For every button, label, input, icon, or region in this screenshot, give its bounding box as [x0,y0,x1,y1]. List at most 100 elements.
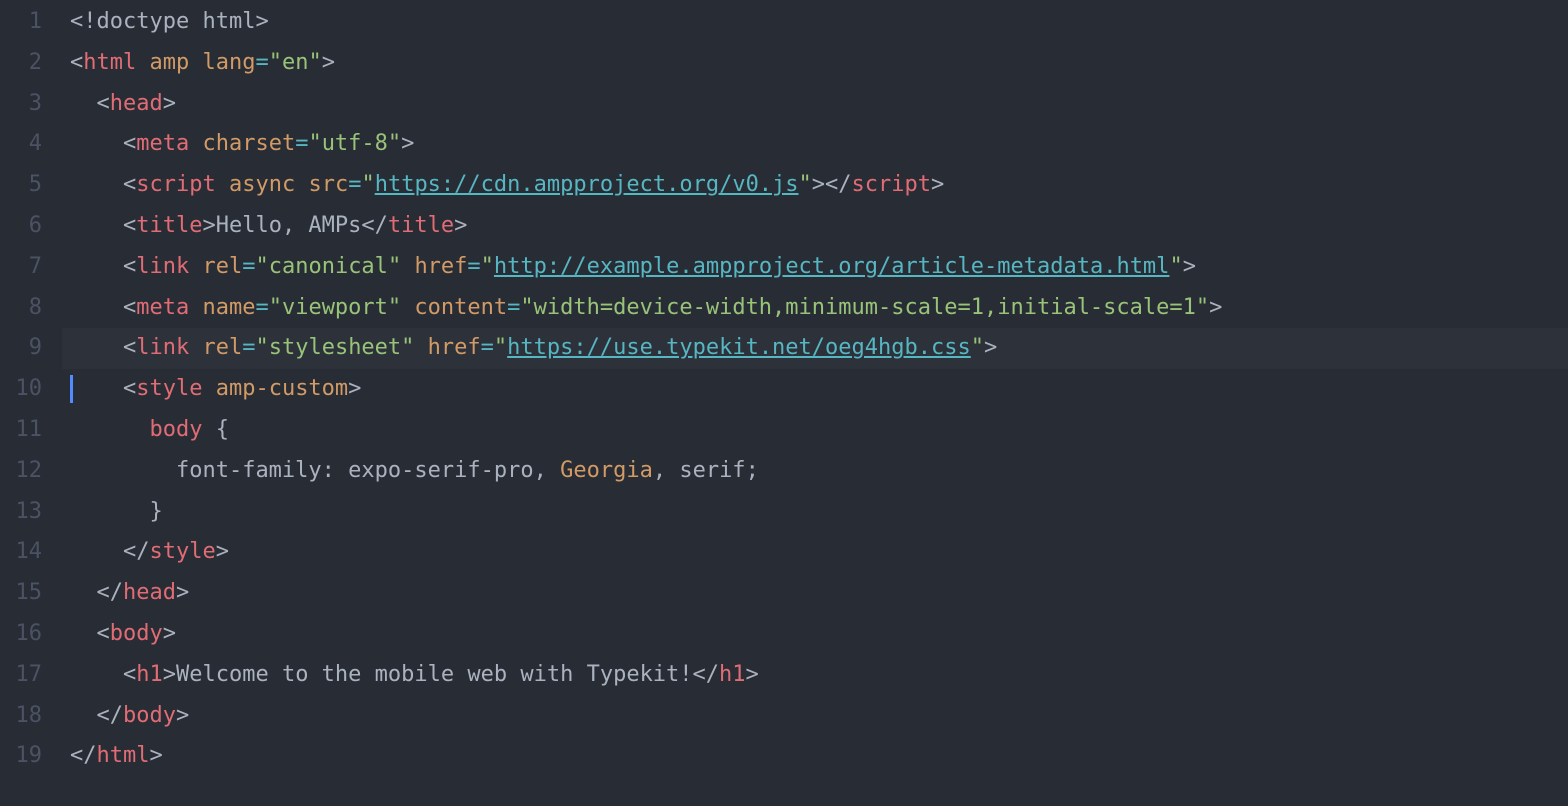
str: stylesheet [269,335,401,360]
line-number: 10 [0,369,42,410]
code-line[interactable]: <script async src="https://cdn.ampprojec… [62,165,1568,206]
str: " [799,172,812,197]
attr: amp [149,50,189,75]
tag: html [97,743,150,768]
tag: style [149,539,215,564]
indent [70,254,123,279]
code-line[interactable]: <!doctype html> [62,2,1568,43]
tag: script [852,172,931,197]
punct: > [163,91,176,116]
tag: body [123,703,176,728]
tag: style [136,376,202,401]
attr: charset [202,131,295,156]
indent [70,376,123,401]
code-line[interactable]: <meta charset="utf-8"> [62,124,1568,165]
code-line[interactable]: </html> [62,736,1568,777]
code-line[interactable]: } [62,492,1568,533]
indent [70,539,123,564]
str: " [494,335,507,360]
punct: > [202,213,215,238]
str: utf-8 [322,131,388,156]
code-line[interactable]: <link rel="canonical" href="http://examp… [62,247,1568,288]
attr: content [414,295,507,320]
url[interactable]: http://example.ampproject.org/article-me… [494,254,1170,279]
tag: title [388,213,454,238]
space [295,172,308,197]
str: " [255,254,268,279]
punct: > [163,621,176,646]
space [335,458,348,483]
indent [70,417,149,442]
code-line[interactable]: <meta name="viewport" content="width=dev… [62,288,1568,329]
indent [70,131,123,156]
code-line-highlighted[interactable]: <link rel="stylesheet" href="https://use… [62,328,1568,369]
space [189,131,202,156]
indent [70,295,123,320]
css-val: serif [679,458,745,483]
code-line[interactable]: </body> [62,696,1568,737]
code-line[interactable]: <html amp lang="en"> [62,43,1568,84]
punct: > [176,703,189,728]
code-line[interactable]: body { [62,410,1568,451]
punct: < [123,335,136,360]
punct: > [176,580,189,605]
punct: > [149,743,162,768]
str: " [520,295,533,320]
code-line[interactable]: <style amp-custom> [62,369,1568,410]
line-number: 17 [0,655,42,696]
str: " [481,254,494,279]
line-number: 19 [0,736,42,777]
tag: html [83,50,136,75]
str: " [361,172,374,197]
tag: link [136,335,189,360]
code-line[interactable]: </head> [62,573,1568,614]
str: canonical [269,254,388,279]
css-val: expo-serif-pro [348,458,533,483]
url[interactable]: https://cdn.ampproject.org/v0.js [375,172,799,197]
code-line[interactable]: <title>Hello, AMPs</title> [62,206,1568,247]
str: " [255,335,268,360]
code-line[interactable]: font-family: expo-serif-pro, Georgia, se… [62,451,1568,492]
str: " [388,295,401,320]
css-val: Georgia [560,458,653,483]
line-number: 9 [0,328,42,369]
line-number-gutter: 1 2 3 4 5 6 7 8 9 10 11 12 13 14 15 16 1… [0,2,62,806]
line-number: 1 [0,2,42,43]
code-line[interactable]: <body> [62,614,1568,655]
indent [70,91,97,116]
str: " [308,131,321,156]
punct: < [97,91,110,116]
indent [70,499,149,524]
punct: < [123,376,136,401]
punct: > [255,9,268,34]
line-number: 5 [0,165,42,206]
space [189,295,202,320]
punct: > [348,376,361,401]
code-line[interactable]: <head> [62,84,1568,125]
space [666,458,679,483]
code-line[interactable]: <h1>Welcome to the mobile web with Typek… [62,655,1568,696]
indent [70,662,123,687]
punct: </ [123,539,150,564]
tag: h1 [719,662,746,687]
line-number: 6 [0,206,42,247]
url[interactable]: https://use.typekit.net/oeg4hgb.css [507,335,971,360]
attr: async [229,172,295,197]
op: = [507,295,520,320]
code-editor[interactable]: 1 2 3 4 5 6 7 8 9 10 11 12 13 14 15 16 1… [0,0,1568,806]
str: viewport [282,295,388,320]
space [189,335,202,360]
line-number: 8 [0,288,42,329]
indent [70,458,176,483]
str: " [401,335,414,360]
tag: head [110,91,163,116]
str: " [388,131,401,156]
line-number: 4 [0,124,42,165]
code-line[interactable]: </style> [62,532,1568,573]
op: = [242,335,255,360]
doctype: doctype html [97,9,256,34]
line-number: 18 [0,696,42,737]
indent [70,621,97,646]
punct: < [123,213,136,238]
code-area[interactable]: <!doctype html> <html amp lang="en"> <he… [62,2,1568,806]
